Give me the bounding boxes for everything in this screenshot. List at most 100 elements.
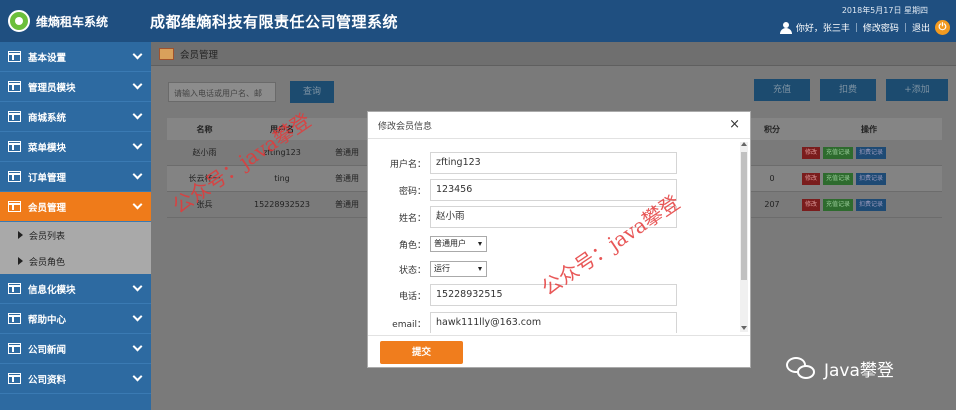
window-icon: [8, 373, 21, 384]
divider: |: [903, 22, 907, 33]
col-points: 积分: [764, 124, 780, 134]
divider: |: [854, 22, 858, 33]
row-actions: 修改 充值记录 扣费记录: [802, 198, 887, 211]
modal-header: 修改会员信息 ×: [368, 112, 750, 139]
modal-body: 用户名： zfting123 密码： 123456 姓名： 赵小雨 角色： 普通…: [368, 140, 740, 333]
edit-button[interactable]: 修改: [802, 146, 821, 159]
sidebar-item-company-info[interactable]: 公司资料: [0, 364, 151, 394]
edit-button[interactable]: 修改: [802, 198, 821, 211]
sidebar-item-order-management[interactable]: 订单管理: [0, 162, 151, 192]
window-icon: [8, 81, 21, 92]
recharge-button[interactable]: 充值: [754, 79, 810, 101]
user-icon: [779, 21, 792, 34]
sidebar-item-menu-module[interactable]: 菜单模块: [0, 132, 151, 162]
add-button[interactable]: +添加: [886, 79, 948, 101]
deduct-button[interactable]: 扣费: [820, 79, 876, 101]
status-select[interactable]: 运行: [430, 261, 487, 277]
logout-icon[interactable]: ⏻: [935, 20, 950, 35]
sidebar-subitem-label: 会员列表: [29, 231, 66, 242]
sidebar-item-company-news[interactable]: 公司新闻: [0, 334, 151, 364]
form-row-role: 角色： 普通用户: [368, 233, 487, 255]
dropdown-arrow-icon: [478, 242, 482, 246]
sidebar-subitem-label: 会员角色: [29, 257, 66, 268]
wechat-icon: [786, 356, 816, 381]
change-password-link[interactable]: 修改密码: [863, 21, 899, 34]
recharge-record-button[interactable]: 充值记录: [823, 172, 854, 185]
chevron-down-icon: [132, 311, 143, 322]
email-label: email：: [392, 319, 426, 330]
scroll-thumb[interactable]: [741, 152, 747, 280]
triangle-right-icon: [18, 257, 23, 265]
sidebar-item-informatization[interactable]: 信息化模块: [0, 274, 151, 304]
search-button[interactable]: 查询: [290, 81, 334, 103]
status-select-value: 运行: [434, 264, 450, 273]
logout-link[interactable]: 退出: [912, 21, 930, 34]
chevron-down-icon: [132, 199, 143, 210]
form-row-phone: 电话： 15228932515: [368, 284, 677, 306]
dropdown-arrow-icon: [478, 267, 482, 271]
sidebar-item-label: 公司资料: [28, 374, 67, 386]
sidebar-item-basic-settings[interactable]: 基本设置: [0, 42, 151, 72]
role-select[interactable]: 普通用户: [430, 236, 487, 252]
modal-scrollbar[interactable]: [740, 142, 748, 332]
sidebar-subitem-member-list[interactable]: 会员列表: [0, 222, 151, 248]
close-icon[interactable]: ×: [729, 117, 740, 132]
sidebar-item-label: 商城系统: [28, 112, 67, 124]
form-row-email: email： hawk111lly@163.com: [368, 312, 677, 333]
chevron-down-icon: [132, 79, 143, 90]
window-icon: [8, 111, 21, 122]
scroll-down-icon[interactable]: [741, 326, 747, 330]
current-date: 2018年5月17日 星期四: [841, 6, 928, 15]
search-input[interactable]: 请输入电话或用户名、邮: [168, 82, 276, 102]
sidebar-item-admin-module[interactable]: 管理员模块: [0, 72, 151, 102]
username-label: 用户名：: [389, 159, 426, 170]
sidebar-item-label: 订单管理: [28, 172, 67, 184]
cell-role: 普通用: [335, 174, 359, 183]
password-field[interactable]: 123456: [430, 179, 677, 201]
sidebar-item-member-management[interactable]: 会员管理: [0, 192, 151, 222]
sidebar: 基本设置 管理员模块 商城系统 菜单模块 订单管理 会员管理 会员列表 会员角色…: [0, 42, 151, 410]
wechat-badge-text: Java攀登: [824, 361, 894, 381]
chevron-down-icon: [132, 139, 143, 150]
chevron-down-icon: [132, 109, 143, 120]
deduct-record-button[interactable]: 扣费记录: [856, 172, 887, 185]
window-icon: [8, 171, 21, 182]
recharge-record-button[interactable]: 充值记录: [823, 198, 854, 211]
user-bar: 你好，张三丰 | 修改密码 | 退出 ⏻: [779, 20, 950, 35]
window-icon: [8, 343, 21, 354]
name-label: 姓名：: [398, 213, 426, 224]
deduct-record-button[interactable]: 扣费记录: [856, 198, 887, 211]
form-row-username: 用户名： zfting123: [368, 152, 677, 174]
form-row-password: 密码： 123456: [368, 179, 677, 201]
form-row-status: 状态： 运行: [368, 258, 487, 280]
phone-label: 电话：: [398, 291, 426, 302]
cell-points: 0: [769, 174, 775, 183]
sidebar-item-label: 管理员模块: [28, 82, 76, 94]
sidebar-item-label: 菜单模块: [28, 142, 67, 154]
deduct-record-button[interactable]: 扣费记录: [856, 146, 887, 159]
scroll-up-icon[interactable]: [741, 142, 747, 146]
chevron-down-icon: [132, 341, 143, 352]
row-actions: 修改 充值记录 扣费记录: [802, 172, 887, 185]
email-field[interactable]: hawk111lly@163.com: [430, 312, 677, 333]
sidebar-item-help-center[interactable]: 帮助中心: [0, 304, 151, 334]
recharge-record-button[interactable]: 充值记录: [823, 146, 854, 159]
edit-button[interactable]: 修改: [802, 172, 821, 185]
chevron-down-icon: [132, 281, 143, 292]
cell-username: 15228932523: [254, 200, 310, 209]
col-ops: 操作: [861, 124, 877, 134]
window-icon: [8, 141, 21, 152]
role-select-value: 普通用户: [434, 239, 466, 248]
sidebar-item-label: 信息化模块: [28, 284, 76, 296]
cell-role: 普通用: [335, 200, 359, 209]
sidebar-item-label: 会员管理: [28, 202, 67, 214]
submit-button[interactable]: 提交: [380, 341, 463, 364]
password-label: 密码：: [398, 186, 426, 197]
sidebar-item-mall-system[interactable]: 商城系统: [0, 102, 151, 132]
username-field[interactable]: zfting123: [430, 152, 677, 174]
system-title: 成都维熵科技有限责任公司管理系统: [150, 13, 399, 31]
sidebar-subitem-member-roles[interactable]: 会员角色: [0, 248, 151, 274]
window-icon: [8, 201, 21, 212]
cell-username: ting: [274, 174, 290, 183]
row-actions: 修改 充值记录 扣费记录: [802, 146, 887, 159]
